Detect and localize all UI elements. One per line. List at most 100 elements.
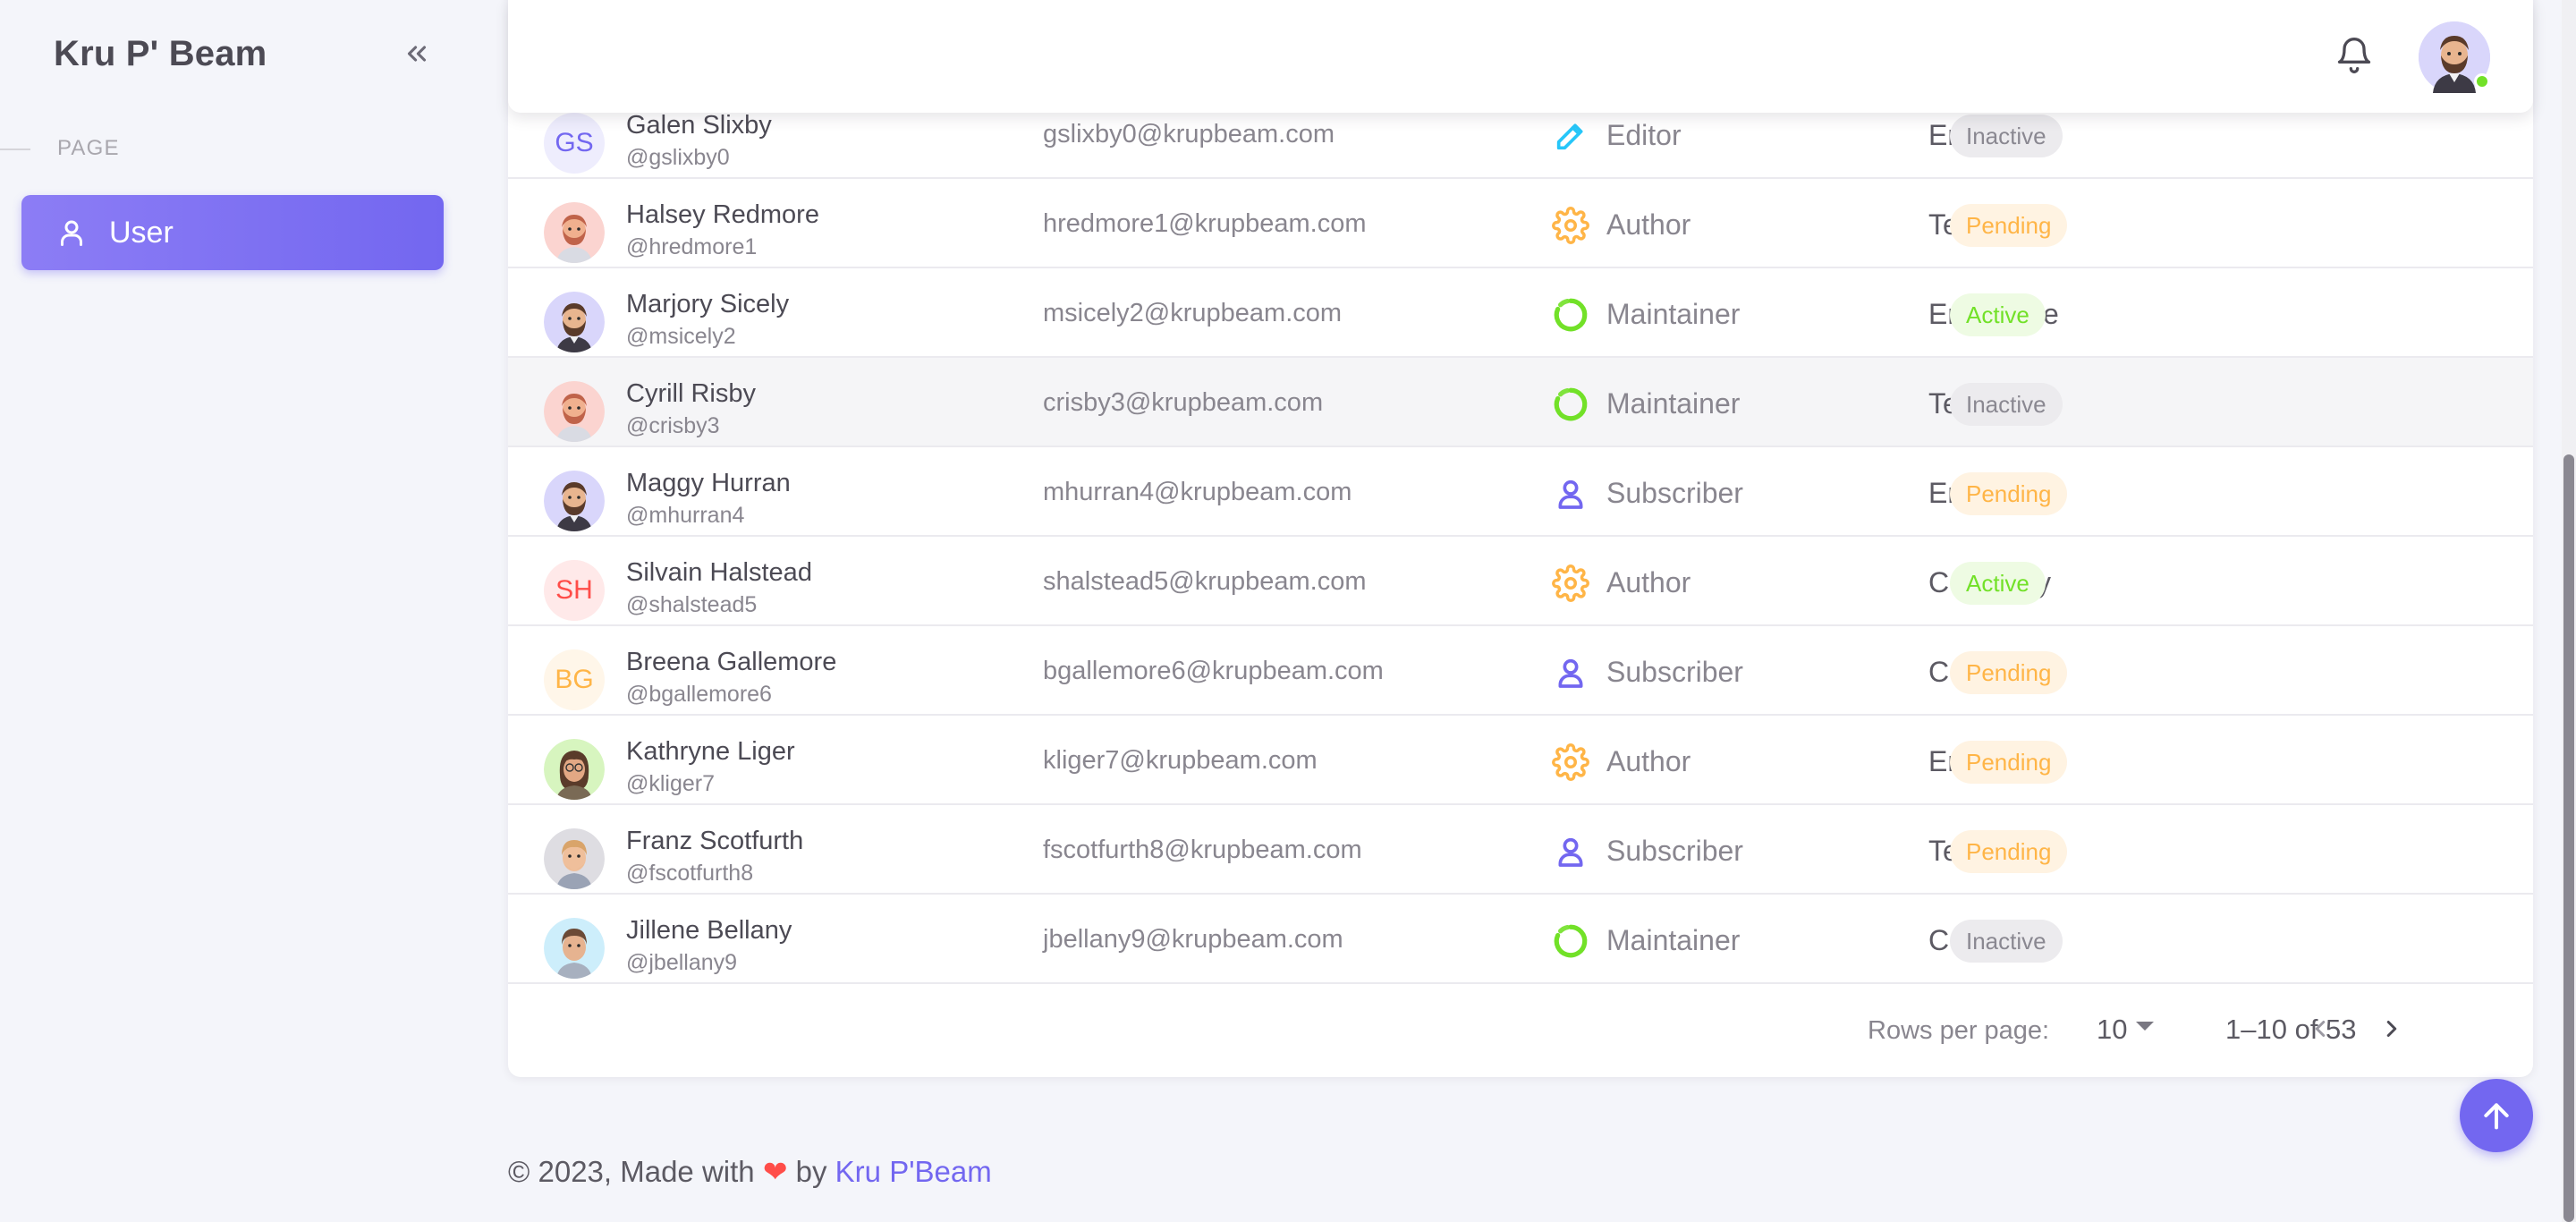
chevron-right-icon [2386, 1021, 2397, 1037]
notifications-button[interactable] [2331, 32, 2377, 79]
chart-donut-icon [1551, 921, 1590, 961]
user-email: fscotfurth8@krupbeam.com [1043, 836, 1362, 864]
gear-icon [1551, 743, 1590, 782]
section-divider [0, 149, 30, 150]
user-role: Maintainer [1606, 298, 1741, 330]
nav-section-header: PAGE [0, 134, 456, 165]
heart-icon: ❤ [762, 1155, 788, 1188]
user-profile-avatar[interactable] [2419, 21, 2490, 93]
user-handle: @hredmore1 [626, 234, 758, 259]
user-outline-icon [1551, 653, 1590, 692]
footer-by: by [795, 1155, 827, 1188]
status-badge: Pending [1950, 651, 2068, 694]
pencil-icon [1551, 116, 1590, 156]
user-email: shalstead5@krupbeam.com [1043, 567, 1367, 596]
user-email: msicely2@krupbeam.com [1043, 299, 1343, 327]
sidebar-item-user[interactable]: User [21, 195, 444, 270]
avatar [544, 381, 605, 442]
footer-author-link[interactable]: Kru P'Beam [835, 1155, 992, 1188]
user-name[interactable]: Maggy Hurran [626, 469, 791, 498]
avatar [544, 471, 605, 531]
section-label: PAGE [57, 136, 120, 160]
user-name[interactable]: Silvain Halstead [626, 558, 812, 588]
user-email: bgallemore6@krupbeam.com [1043, 657, 1384, 685]
user-handle: @bgallemore6 [626, 682, 772, 707]
user-email: crisby3@krupbeam.com [1043, 388, 1324, 417]
gear-icon [1551, 564, 1590, 603]
chart-donut-icon [1551, 385, 1590, 424]
user-email: hredmore1@krupbeam.com [1043, 209, 1367, 238]
table-row[interactable]: Cyrill Risby @crisby3 crisby3@krupbeam.com… [508, 358, 2533, 447]
table-row[interactable]: Jillene Bellany @jbellany9 jbellany9@krupb… [508, 895, 2533, 984]
table-pagination: Rows per page: 10 1–10 of 53 [508, 986, 2533, 1075]
footer-copyright: © 2023, Made with [508, 1155, 755, 1188]
user-outline-icon [1551, 832, 1590, 871]
previous-page-button[interactable] [2299, 1007, 2342, 1050]
brand-title: Kru P' Beam [54, 34, 267, 73]
user-role: Author [1606, 745, 1691, 777]
user-name[interactable]: Jillene Bellany [626, 916, 792, 946]
collapse-sidebar-button[interactable] [399, 36, 435, 72]
chart-donut-icon [1551, 295, 1590, 335]
user-name[interactable]: Cyrill Risby [626, 379, 756, 409]
status-badge: Active [1950, 293, 2046, 336]
table-row[interactable]: SH Silvain Halstead @shalstead5 shalstead5@… [508, 537, 2533, 626]
status-badge: Pending [1950, 830, 2068, 873]
rows-per-page-label: Rows per page: [1868, 1016, 2050, 1045]
user-handle: @shalstead5 [626, 592, 758, 617]
user-icon [54, 215, 89, 250]
user-outline-icon [1551, 474, 1590, 513]
arrow-up-icon [2484, 1103, 2509, 1130]
page-scrollbar-thumb[interactable] [2563, 454, 2574, 1222]
rows-per-page-select[interactable]: 10 [2097, 1014, 2127, 1046]
status-badge: Pending [1950, 204, 2068, 247]
user-name[interactable]: Breena Gallemore [626, 648, 836, 677]
caret-down-icon[interactable] [2136, 1022, 2154, 1031]
user-name[interactable]: Franz Scotfurth [626, 827, 803, 856]
avatar [544, 918, 605, 979]
bell-icon [2337, 38, 2371, 73]
chevron-left-icon [2315, 1021, 2326, 1037]
user-name[interactable]: Marjory Sicely [626, 290, 789, 319]
next-page-button[interactable] [2370, 1007, 2413, 1050]
table-row[interactable]: BG Breena Gallemore @bgallemore6 bgallemore… [508, 626, 2533, 716]
top-navbar [508, 0, 2533, 113]
user-handle: @gslixby0 [626, 145, 730, 170]
user-email: gslixby0@krupbeam.com [1043, 120, 1335, 149]
user-email: kliger7@krupbeam.com [1043, 746, 1318, 775]
user-email: jbellany9@krupbeam.com [1043, 925, 1343, 954]
gear-icon [1551, 206, 1590, 245]
sidebar: Kru P' Beam PAGE User [0, 0, 456, 1222]
user-name[interactable]: Halsey Redmore [626, 200, 819, 230]
user-handle: @msicely2 [626, 324, 736, 349]
page-footer: © 2023, Made with ❤ by Kru P'Beam [508, 1154, 992, 1189]
user-role: Editor [1606, 119, 1682, 151]
user-name[interactable]: Kathryne Liger [626, 737, 795, 767]
chevrons-left-icon [407, 46, 427, 62]
avatar: BG [544, 649, 605, 710]
user-role: Subscriber [1606, 477, 1743, 509]
user-handle: @jbellany9 [626, 950, 738, 975]
users-table-card: GS Galen Slixby @gslixby0 gslixby0@krupbeam… [508, 0, 2533, 1077]
scroll-to-top-button[interactable] [2460, 1079, 2533, 1152]
status-badge: Active [1950, 562, 2046, 605]
user-name[interactable]: Galen Slixby [626, 111, 772, 140]
status-badge: Pending [1950, 741, 2068, 784]
avatar-initials: GS [555, 128, 594, 157]
status-badge: Pending [1950, 472, 2068, 515]
table-row[interactable]: Maggy Hurran @mhurran4 mhurran4@krupbeam.c… [508, 447, 2533, 537]
user-email: mhurran4@krupbeam.com [1043, 478, 1352, 506]
status-badge: Inactive [1950, 383, 2063, 426]
user-handle: @mhurran4 [626, 503, 745, 528]
avatar: GS [544, 113, 605, 174]
user-role: Subscriber [1606, 656, 1743, 688]
status-badge: Inactive [1950, 115, 2063, 157]
user-handle: @fscotfurth8 [626, 861, 754, 886]
avatar-initials: SH [555, 575, 593, 605]
table-row[interactable]: Franz Scotfurth @fscotfurth8 fscotfurth8@k… [508, 805, 2533, 895]
avatar: SH [544, 560, 605, 621]
user-handle: @crisby3 [626, 413, 720, 438]
table-row[interactable]: Kathryne Liger @kliger7 kliger7@krupbeam.c… [508, 716, 2533, 805]
table-row[interactable]: Halsey Redmore @hredmore1 hredmore1@krupbe… [508, 179, 2533, 268]
table-row[interactable]: Marjory Sicely @msicely2 msicely2@krupbeam… [508, 268, 2533, 358]
